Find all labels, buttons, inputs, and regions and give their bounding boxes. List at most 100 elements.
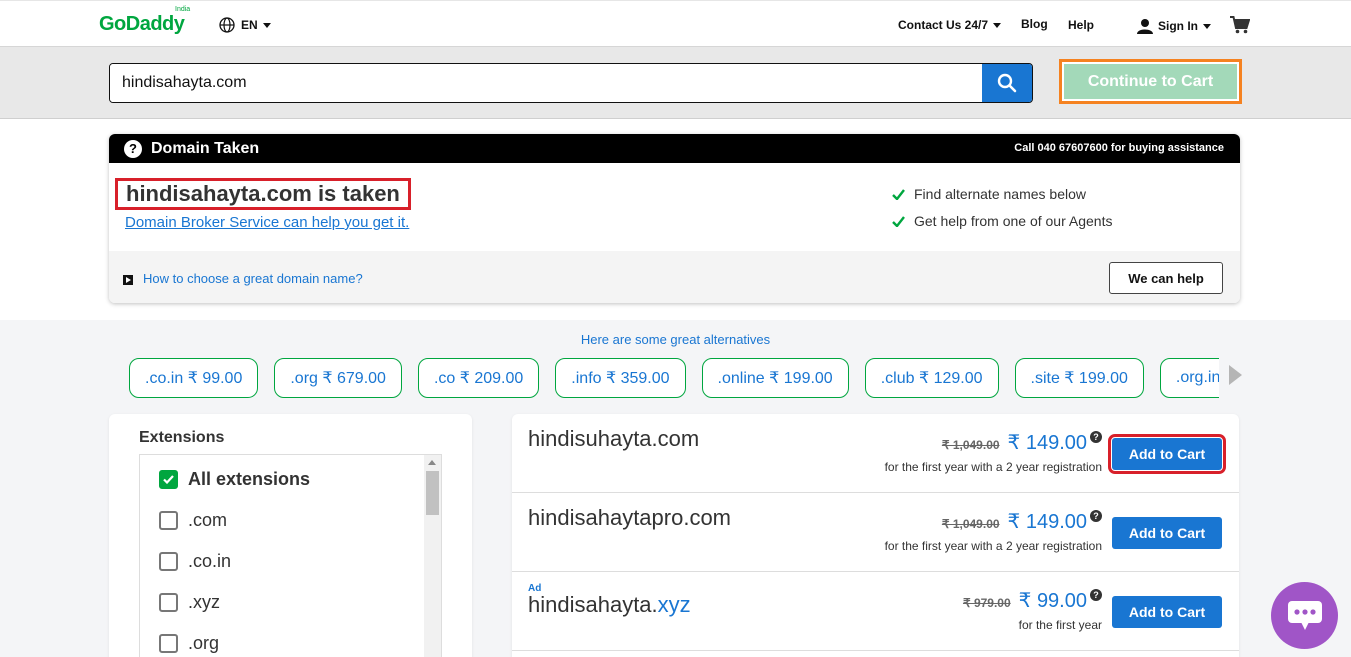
domain-broker-link[interactable]: Domain Broker Service can help you get i…: [125, 214, 409, 231]
price-term: for the first year: [1018, 618, 1102, 632]
benefit-item: Find alternate names below: [892, 186, 1112, 202]
contact-label: Contact Us 24/7: [898, 18, 989, 32]
sale-price: ₹ 99.00: [1018, 590, 1087, 612]
add-to-cart-button[interactable]: Add to Cart: [1112, 596, 1222, 628]
alternative-chip[interactable]: .org ₹ 679.00: [274, 358, 402, 398]
original-price: ₹ 1,049.00: [941, 517, 1000, 531]
logo-text: GoDaddy: [99, 13, 185, 35]
video-play-icon: [123, 275, 133, 285]
sign-in-label: Sign In: [1158, 19, 1198, 33]
contact-us-menu[interactable]: Contact Us 24/7: [898, 18, 1002, 32]
domain-result-row: Ad hindisahayta.xyz ₹ 979.00 ₹ 99.00 ? f…: [512, 572, 1239, 651]
alternative-chip[interactable]: .online ₹ 199.00: [701, 358, 849, 398]
extensions-list: All extensions .com .co.in .xyz .org: [139, 454, 442, 657]
extension-option-xyz[interactable]: .xyz: [159, 592, 220, 613]
extension-option-org[interactable]: .org: [159, 633, 219, 654]
chevron-down-icon: [1203, 23, 1211, 29]
benefit-item: Get help from one of our Agents: [892, 213, 1112, 229]
info-icon[interactable]: ?: [1090, 510, 1102, 522]
alternatives-carousel: .co.in ₹ 99.00 .org ₹ 679.00 .co ₹ 209.0…: [129, 358, 1219, 398]
extension-option-com[interactable]: .com: [159, 510, 227, 531]
price-line: ₹ 979.00 ₹ 99.00: [963, 588, 1087, 613]
extension-label: .xyz: [188, 592, 221, 612]
checkbox-checked-icon: [159, 470, 178, 489]
add-to-cart-button[interactable]: Add to Cart: [1112, 517, 1222, 549]
checkbox-icon: [159, 634, 178, 653]
how-to-choose-link[interactable]: How to choose a great domain name?: [143, 271, 363, 286]
language-label: EN: [241, 18, 258, 32]
domain-result-row: hindisahaytapro.com ₹ 1,049.00 ₹ 149.00 …: [512, 493, 1239, 572]
language-selector[interactable]: EN: [219, 17, 271, 33]
chevron-down-icon: [262, 22, 271, 28]
extension-label: All extensions: [188, 469, 311, 489]
top-header: GoDaddy India EN Contact Us 24/7 Blog He…: [0, 0, 1351, 47]
domain-result-row: hindisuhayta.com ₹ 1,049.00 ₹ 149.00 ? f…: [512, 414, 1239, 493]
logo-region: India: [175, 6, 191, 13]
price-term: for the first year with a 2 year registr…: [884, 539, 1102, 553]
alternative-chip[interactable]: .org.in: [1159, 358, 1219, 398]
price-term: for the first year with a 2 year registr…: [884, 460, 1102, 474]
extension-option-all[interactable]: All extensions: [159, 469, 310, 490]
alternative-chip[interactable]: .site ₹ 199.00: [1014, 358, 1144, 398]
chat-button[interactable]: [1271, 582, 1338, 649]
domain-taken-headline: hindisahayta.com is taken: [115, 178, 411, 210]
original-price: ₹ 1,049.00: [941, 438, 1000, 452]
domain-name[interactable]: hindisahaytapro.com: [528, 505, 731, 531]
domain-name[interactable]: hindisuhayta.com: [528, 426, 699, 452]
extensions-filter-panel: Extensions All extensions .com .co.in .x…: [109, 414, 472, 657]
extension-label: .org: [188, 633, 220, 653]
user-icon: [1137, 19, 1153, 34]
domain-results-list: hindisuhayta.com ₹ 1,049.00 ₹ 149.00 ? f…: [512, 414, 1239, 657]
alternative-chip[interactable]: .co ₹ 209.00: [417, 358, 540, 398]
benefit-text: Find alternate names below: [914, 186, 1086, 202]
domain-name[interactable]: hindisahayta.xyz: [528, 592, 691, 618]
continue-to-cart-highlight: Continue to Cart: [1059, 59, 1242, 104]
domain-search-input[interactable]: [110, 64, 983, 102]
blog-link[interactable]: Blog: [1021, 17, 1048, 31]
checkbox-icon: [159, 552, 178, 571]
price-line: ₹ 1,049.00 ₹ 149.00: [942, 509, 1087, 534]
scroll-up-arrow-icon[interactable]: [428, 460, 436, 465]
continue-to-cart-button[interactable]: Continue to Cart: [1062, 62, 1239, 101]
godaddy-logo[interactable]: GoDaddy India: [99, 6, 190, 36]
search-icon: [997, 73, 1017, 93]
domain-search-box: [109, 63, 1033, 103]
extensions-scrollbar[interactable]: [424, 455, 441, 657]
search-button[interactable]: [982, 64, 1032, 102]
extensions-title: Extensions: [139, 429, 225, 446]
original-price: ₹ 979.00: [962, 596, 1011, 610]
carousel-next-arrow-icon[interactable]: [1229, 365, 1242, 385]
search-band: Continue to Cart: [0, 47, 1351, 119]
extension-label: .co.in: [188, 551, 232, 571]
extension-label: .com: [188, 510, 228, 530]
scrollbar-thumb[interactable]: [426, 471, 439, 515]
benefit-text: Get help from one of our Agents: [914, 213, 1113, 229]
alternative-chip[interactable]: .co.in ₹ 99.00: [129, 358, 259, 398]
price-line: ₹ 1,049.00 ₹ 149.00: [942, 430, 1087, 455]
checkmark-icon: [892, 188, 905, 200]
globe-icon: [219, 17, 235, 33]
add-to-cart-button[interactable]: Add to Cart: [1108, 434, 1226, 474]
sale-price: ₹ 149.00: [1007, 432, 1087, 454]
alternatives-area: Here are some great alternatives .co.in …: [0, 320, 1351, 657]
checkmark-icon: [892, 215, 905, 227]
alternatives-heading: Here are some great alternatives: [580, 332, 771, 347]
domain-taken-card: ? Domain Taken Call 040 67607600 for buy…: [109, 134, 1240, 303]
domain-taken-footer: How to choose a great domain name? We ca…: [109, 251, 1240, 303]
alternative-chip[interactable]: .club ₹ 129.00: [864, 358, 999, 398]
alternative-chip[interactable]: .info ₹ 359.00: [555, 358, 686, 398]
info-icon[interactable]: ?: [1090, 589, 1102, 601]
sign-in-menu[interactable]: Sign In: [1137, 18, 1211, 34]
chat-bubble-icon: [1287, 600, 1322, 630]
cart-icon[interactable]: [1230, 16, 1250, 34]
checkbox-icon: [159, 511, 178, 530]
call-assistance-text: Call 040 67607600 for buying assistance: [1014, 142, 1224, 154]
benefits-list: Find alternate names below Get help from…: [892, 186, 1112, 240]
extension-option-co-in[interactable]: .co.in: [159, 551, 231, 572]
question-icon: ?: [124, 139, 142, 158]
we-can-help-button[interactable]: We can help: [1109, 262, 1223, 294]
sale-price: ₹ 149.00: [1007, 511, 1087, 533]
info-icon[interactable]: ?: [1090, 431, 1102, 443]
checkbox-icon: [159, 593, 178, 612]
help-link[interactable]: Help: [1068, 18, 1094, 32]
